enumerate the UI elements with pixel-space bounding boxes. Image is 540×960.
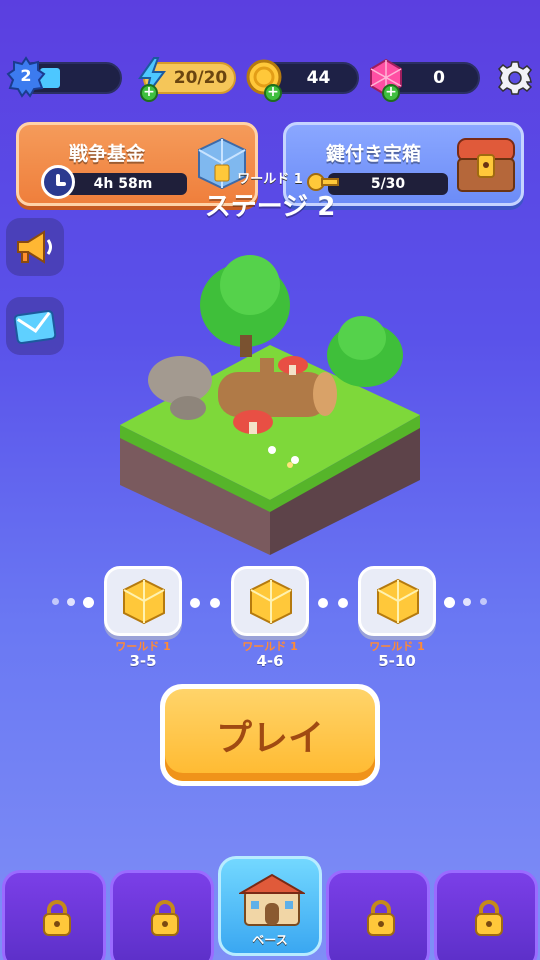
lock-icon bbox=[365, 899, 397, 937]
path-dot bbox=[318, 598, 328, 608]
energy-plus-button[interactable]: + bbox=[140, 84, 158, 102]
locked-chest-title: 鍵付き宝箱 bbox=[326, 143, 422, 165]
gem-value: 0 bbox=[433, 68, 445, 88]
path-dot bbox=[190, 598, 200, 608]
path-dot bbox=[338, 598, 348, 608]
treasure-cube-icon bbox=[248, 577, 294, 629]
level-node-3[interactable] bbox=[358, 566, 436, 636]
stage-world-label: ワールド 1 bbox=[237, 172, 303, 187]
path-dot bbox=[480, 598, 487, 605]
castle-icon bbox=[237, 869, 307, 933]
play-label: プレイ bbox=[165, 689, 375, 781]
coin-value: 44 bbox=[306, 68, 331, 88]
gem-plus-button[interactable]: + bbox=[382, 84, 400, 102]
level-node-stage: 5-10 bbox=[378, 652, 416, 670]
level-node-1[interactable] bbox=[104, 566, 182, 636]
level-badge-icon: 2 bbox=[6, 56, 46, 98]
lock-icon bbox=[41, 899, 73, 937]
level-value: 2 bbox=[20, 66, 32, 85]
path-dot bbox=[83, 597, 94, 608]
nav-tab-locked-4[interactable] bbox=[434, 870, 538, 960]
play-button[interactable]: プレイ bbox=[160, 684, 380, 786]
nav-tab-locked-1[interactable] bbox=[2, 870, 106, 960]
level-node-stage: 3-5 bbox=[129, 652, 157, 670]
path-dot bbox=[463, 598, 471, 606]
path-dot bbox=[444, 597, 455, 608]
nav-tab-locked-2[interactable] bbox=[110, 870, 214, 960]
level-node-2[interactable] bbox=[231, 566, 309, 636]
nav-tab-locked-3[interactable] bbox=[326, 870, 430, 960]
nav-base-label: ベース bbox=[252, 933, 288, 947]
announcement-button[interactable] bbox=[6, 218, 64, 276]
path-dot bbox=[67, 598, 75, 606]
level-node-stage: 4-6 bbox=[256, 652, 284, 670]
gear-icon[interactable] bbox=[497, 60, 533, 96]
path-dot bbox=[52, 598, 59, 605]
mail-button[interactable] bbox=[6, 297, 64, 355]
megaphone-icon bbox=[14, 228, 56, 270]
stage-title: ステージ 2 bbox=[204, 192, 336, 222]
war-fund-title: 戦争基金 bbox=[69, 143, 146, 165]
energy-value: 20/20 bbox=[173, 68, 228, 88]
lock-icon bbox=[149, 899, 181, 937]
treasure-cube-icon bbox=[121, 577, 167, 629]
mail-icon bbox=[13, 307, 57, 349]
treasure-cube-icon bbox=[375, 577, 421, 629]
lock-icon bbox=[473, 899, 505, 937]
nav-tab-base[interactable]: ベース bbox=[218, 856, 322, 956]
stage-island-illustration bbox=[110, 250, 430, 560]
path-dot bbox=[210, 598, 220, 608]
coin-plus-button[interactable]: + bbox=[264, 84, 282, 102]
